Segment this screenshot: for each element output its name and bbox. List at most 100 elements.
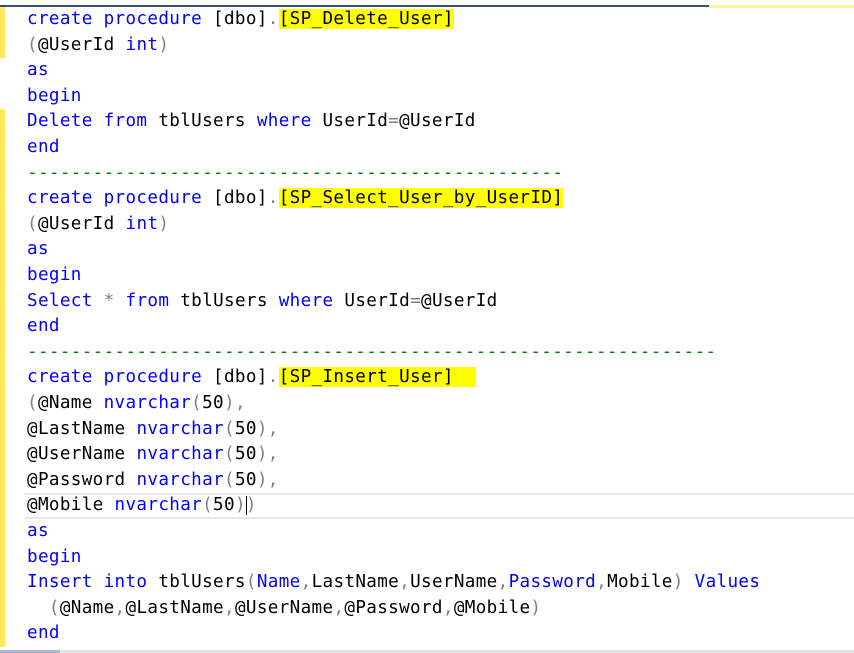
- code-token: tblUsers: [147, 572, 246, 593]
- code-token: (: [223, 444, 235, 465]
- code-token: end: [27, 137, 60, 157]
- code-token: Insert: [27, 572, 93, 593]
- code-token: @UserId: [399, 111, 476, 132]
- code-token: 50: [234, 469, 257, 490]
- code-line[interactable]: ----------------------------------------…: [27, 340, 716, 366]
- code-token: (: [27, 213, 38, 234]
- code-token: ,: [497, 572, 509, 593]
- code-token: ----------------------------------------…: [27, 162, 564, 183]
- code-token: nvarchar: [114, 495, 203, 516]
- code-token: ): [158, 213, 170, 234]
- code-token: (: [223, 418, 235, 439]
- code-token: ,: [333, 597, 345, 618]
- code-token: @Mobile: [453, 597, 531, 618]
- code-token: procedure: [103, 367, 203, 388]
- code-line[interactable]: ----------------------------------------…: [27, 161, 563, 187]
- code-token: [dbo]: [202, 188, 268, 209]
- code-line[interactable]: @UserName nvarchar(50),: [27, 442, 279, 468]
- code-token: [dbo]: [202, 367, 268, 388]
- code-token: ),: [256, 444, 279, 465]
- code-token: begin: [27, 546, 82, 567]
- code-token: nvarchar: [136, 444, 224, 465]
- code-line[interactable]: Insert into tblUsers(Name,LastName,UserN…: [27, 570, 760, 596]
- code-line-current[interactable]: @Mobile nvarchar(50)): [24, 493, 854, 519]
- code-token: Name: [256, 572, 301, 593]
- code-line[interactable]: (@UserId int): [27, 212, 169, 238]
- code-token: create: [27, 188, 93, 209]
- code-token: end: [27, 316, 60, 337]
- code-token: UserId: [311, 111, 389, 132]
- code-token: int: [125, 34, 159, 55]
- code-token: UserName: [410, 572, 498, 593]
- code-token: (: [223, 469, 235, 490]
- code-line[interactable]: end: [27, 621, 60, 647]
- code-token: ): [158, 34, 170, 55]
- code-token: as: [27, 60, 49, 81]
- code-line[interactable]: create procedure [dbo].[SP_Select_User_b…: [27, 186, 564, 212]
- code-token: create: [27, 9, 93, 29]
- code-token: Mobile: [607, 572, 673, 593]
- code-line[interactable]: begin: [27, 263, 82, 289]
- code-token: (: [245, 572, 257, 593]
- code-token: .: [267, 9, 279, 29]
- code-line[interactable]: as: [27, 58, 49, 84]
- code-token: procedure: [103, 9, 203, 29]
- code-token: ),: [256, 469, 279, 490]
- code-token: from: [125, 290, 170, 311]
- code-line[interactable]: as: [27, 237, 49, 263]
- code-token: Values: [694, 572, 761, 593]
- code-token: UserId: [333, 290, 411, 311]
- code-line[interactable]: begin: [27, 84, 82, 110]
- code-token: (: [27, 393, 38, 413]
- code-line[interactable]: (@Name,@LastName,@UserName,@Password,@Mo…: [27, 596, 541, 622]
- code-token: @Mobile: [27, 495, 115, 516]
- code-token: ,: [596, 572, 608, 593]
- code-token: 50: [213, 495, 235, 516]
- code-token: int: [125, 213, 159, 234]
- code-token: 50: [234, 418, 257, 439]
- code-token: 50: [202, 393, 224, 413]
- code-line[interactable]: end: [27, 135, 60, 161]
- code-token: [dbo]: [202, 9, 268, 29]
- code-line[interactable]: (@Name nvarchar(50),: [27, 391, 246, 417]
- code-line[interactable]: @LastName nvarchar(50),: [27, 417, 279, 443]
- code-line[interactable]: begin: [27, 545, 82, 571]
- code-token: @Name: [59, 597, 115, 618]
- code-line[interactable]: (@UserId int): [27, 33, 169, 59]
- procedure-name-highlighted: [SP_Delete_User]: [278, 9, 454, 29]
- code-token: ,: [223, 597, 235, 618]
- code-line[interactable]: create procedure [dbo].[SP_Insert_User]: [27, 365, 476, 391]
- code-token: @LastName: [27, 418, 137, 439]
- code-token: as: [27, 521, 49, 541]
- sql-code-editor[interactable]: create procedure [dbo].[SP_Delete_User](…: [0, 7, 854, 643]
- code-token: as: [27, 239, 49, 260]
- code-line[interactable]: Select * from tblUsers where UserId=@Use…: [27, 289, 498, 315]
- code-token: (: [27, 597, 60, 618]
- code-token: ): [530, 597, 542, 618]
- procedure-name-highlighted: [SP_Select_User_by_UserID]: [278, 188, 564, 209]
- code-token: ,: [114, 597, 126, 618]
- code-line[interactable]: as: [27, 519, 49, 545]
- code-token: begin: [27, 265, 82, 285]
- code-line[interactable]: @Password nvarchar(50),: [27, 468, 279, 494]
- code-token: =: [388, 111, 400, 132]
- code-token: tblUsers: [169, 290, 279, 311]
- code-token: ),: [256, 418, 279, 439]
- code-token: procedure: [103, 188, 203, 209]
- code-token: from: [103, 111, 148, 132]
- code-token: ----------------------------------------…: [27, 341, 717, 362]
- code-line[interactable]: Delete from tblUsers where UserId=@UserI…: [27, 109, 476, 135]
- code-token: .: [267, 367, 279, 388]
- code-line[interactable]: end: [27, 314, 60, 340]
- code-token: end: [27, 623, 60, 644]
- code-token: @UserName: [27, 444, 137, 465]
- code-line[interactable]: create procedure [dbo].[SP_Delete_User]: [27, 7, 454, 33]
- code-token: nvarchar: [136, 418, 224, 439]
